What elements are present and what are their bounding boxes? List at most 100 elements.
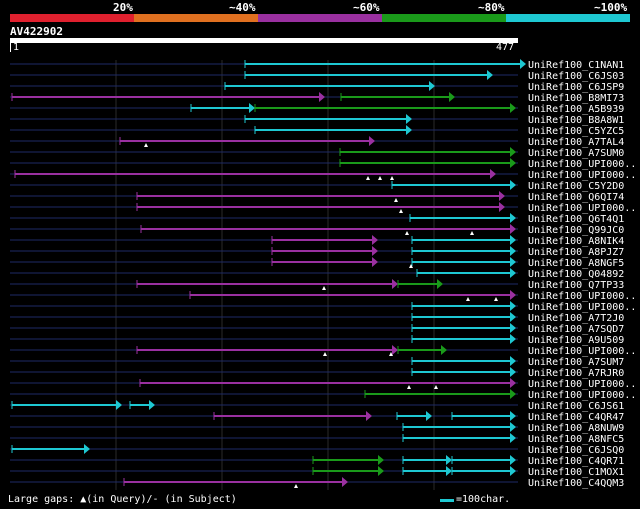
hit-label[interactable]: UniRef100_C1MOX1 — [528, 467, 624, 478]
segment-arrowhead — [446, 466, 452, 476]
hit-label[interactable]: UniRef100_A7T2J0 — [528, 313, 624, 324]
hit-row[interactable]: UniRef100_A9U509 — [10, 334, 624, 346]
query-gap-marker — [322, 286, 326, 290]
hit-row[interactable]: UniRef100_C5YZC5 — [10, 125, 624, 137]
hit-row[interactable]: UniRef100_UPI000.. — [10, 301, 636, 313]
query-gap-marker — [394, 198, 398, 202]
scale-label: =100char. — [456, 494, 511, 505]
hit-label[interactable]: UniRef100_UPI000.. — [528, 159, 636, 170]
query-gap-marker — [470, 231, 474, 235]
hit-label[interactable]: UniRef100_C4QR47 — [528, 412, 624, 423]
hit-label[interactable]: UniRef100_A8NGF5 — [528, 258, 624, 269]
hit-label[interactable]: UniRef100_C5YZC5 — [528, 126, 624, 137]
hit-row[interactable]: UniRef100_UPI000.. — [10, 345, 636, 357]
hit-label[interactable]: UniRef100_UPI000.. — [528, 302, 636, 313]
hit-row[interactable]: UniRef100_C1MOX1 — [10, 466, 624, 478]
hit-row[interactable]: UniRef100_Q99JC0 — [10, 224, 624, 236]
hit-row[interactable]: UniRef100_A8PJZ7 — [10, 246, 624, 258]
segment-arrowhead — [510, 224, 516, 234]
hit-row[interactable]: UniRef100_C4QR71 — [10, 455, 624, 467]
hit-row[interactable]: UniRef100_UPI000.. — [10, 169, 636, 181]
hit-label[interactable]: UniRef100_A8PJZ7 — [528, 247, 624, 258]
hit-row[interactable]: UniRef100_C6JS03 — [10, 70, 624, 82]
hit-label[interactable]: UniRef100_C6JSQ0 — [528, 445, 624, 456]
query-gap-marker — [466, 297, 470, 301]
hit-label[interactable]: UniRef100_C4QR71 — [528, 456, 624, 467]
hit-label[interactable]: UniRef100_UPI000.. — [528, 390, 636, 401]
segment-arrowhead — [510, 378, 516, 388]
hit-row[interactable]: UniRef100_A5B939 — [10, 103, 624, 115]
hit-label[interactable]: UniRef100_C6JSP9 — [528, 82, 624, 93]
hit-row[interactable]: UniRef100_A7RJR0 — [10, 367, 624, 379]
hit-row[interactable]: UniRef100_Q6T4Q1 — [10, 213, 624, 225]
hit-row[interactable]: UniRef100_C4QQM3 — [10, 477, 624, 489]
hit-label[interactable]: UniRef100_A5B939 — [528, 104, 624, 115]
hit-row[interactable]: UniRef100_A7SUM0 — [10, 147, 624, 159]
segment-arrowhead — [392, 279, 398, 289]
hit-row[interactable]: UniRef100_B8A8W1 — [10, 114, 624, 126]
hit-label[interactable]: UniRef100_B8A8W1 — [528, 115, 624, 126]
hit-label[interactable]: UniRef100_A8NFC5 — [528, 434, 624, 445]
hit-label[interactable]: UniRef100_C6JS03 — [528, 71, 624, 82]
segment-arrowhead — [372, 257, 378, 267]
hit-row[interactable]: UniRef100_A8NUW9 — [10, 422, 624, 434]
segment-arrowhead — [490, 169, 496, 179]
hit-row[interactable]: UniRef100_UPI000.. — [10, 389, 636, 401]
hit-row[interactable]: UniRef100_A7SUM7 — [10, 356, 624, 368]
hit-label[interactable]: UniRef100_Q99JC0 — [528, 225, 624, 236]
hit-row[interactable]: UniRef100_A7TAL4 — [10, 136, 624, 148]
hit-row[interactable]: UniRef100_C5Y2D0 — [10, 180, 624, 192]
hit-label[interactable]: UniRef100_A8NUW9 — [528, 423, 624, 434]
hit-label[interactable]: UniRef100_A7RJR0 — [528, 368, 624, 379]
hit-row[interactable]: UniRef100_A7T2J0 — [10, 312, 624, 324]
hit-label[interactable]: UniRef100_Q7TP33 — [528, 280, 624, 291]
hit-label[interactable]: UniRef100_UPI000.. — [528, 291, 636, 302]
segment-arrowhead — [510, 103, 516, 113]
hit-row[interactable]: UniRef100_UPI000.. — [10, 378, 636, 390]
hit-label[interactable]: UniRef100_UPI000.. — [528, 379, 636, 390]
segment-arrowhead — [510, 422, 516, 432]
hit-row[interactable]: UniRef100_C6JS61 — [10, 400, 624, 412]
hit-label[interactable]: UniRef100_A7SUM7 — [528, 357, 624, 368]
hit-row[interactable]: UniRef100_UPI000.. — [10, 290, 636, 302]
hit-label[interactable]: UniRef100_Q6QI74 — [528, 192, 624, 203]
hit-row[interactable]: UniRef100_UPI000.. — [10, 202, 636, 214]
segment-arrowhead — [510, 323, 516, 333]
hit-label[interactable]: UniRef100_A7SUM0 — [528, 148, 624, 159]
hit-label[interactable]: UniRef100_A7SQD7 — [528, 324, 624, 335]
hit-row[interactable]: UniRef100_A7SQD7 — [10, 323, 624, 335]
hit-alignment-map: UniRef100_C1NAN1UniRef100_C6JS03UniRef10… — [10, 59, 636, 490]
hit-row[interactable]: UniRef100_C6JSQ0 — [10, 444, 624, 456]
hit-row[interactable]: UniRef100_A8NIK4 — [10, 235, 624, 247]
hit-label[interactable]: UniRef100_A9U509 — [528, 335, 624, 346]
hit-row[interactable]: UniRef100_A8NFC5 — [10, 433, 624, 445]
hit-label[interactable]: UniRef100_C4QQM3 — [528, 478, 624, 489]
segment-arrowhead — [372, 246, 378, 256]
query-gap-marker — [144, 143, 148, 147]
hit-label[interactable]: UniRef100_A7TAL4 — [528, 137, 624, 148]
hit-label[interactable]: UniRef100_UPI000.. — [528, 346, 636, 357]
query-gap-marker — [494, 297, 498, 301]
hit-row[interactable]: UniRef100_C4QR47 — [10, 411, 624, 423]
hit-row[interactable]: UniRef100_UPI000.. — [10, 158, 636, 170]
hit-label[interactable]: UniRef100_UPI000.. — [528, 203, 636, 214]
segment-arrowhead — [510, 158, 516, 168]
hit-row[interactable]: UniRef100_C6JSP9 — [10, 81, 624, 93]
hit-label[interactable]: UniRef100_Q04892 — [528, 269, 624, 280]
hit-row[interactable]: UniRef100_Q6QI74 — [10, 191, 624, 203]
hit-label[interactable]: UniRef100_C5Y2D0 — [528, 181, 624, 192]
segment-arrowhead — [426, 411, 432, 421]
hit-row[interactable]: UniRef100_B8MI73 — [10, 92, 624, 104]
segment-arrowhead — [510, 235, 516, 245]
hit-label[interactable]: UniRef100_UPI000.. — [528, 170, 636, 181]
hit-label[interactable]: UniRef100_A8NIK4 — [528, 236, 624, 247]
segment-arrowhead — [319, 92, 325, 102]
hit-row[interactable]: UniRef100_C1NAN1 — [10, 59, 624, 71]
hit-row[interactable]: UniRef100_A8NGF5 — [10, 257, 624, 269]
hit-label[interactable]: UniRef100_B8MI73 — [528, 93, 624, 104]
hit-row[interactable]: UniRef100_Q04892 — [10, 268, 624, 280]
hit-label[interactable]: UniRef100_C6JS61 — [528, 401, 624, 412]
hit-row[interactable]: UniRef100_Q7TP33 — [10, 279, 624, 291]
hit-label[interactable]: UniRef100_C1NAN1 — [528, 60, 624, 71]
hit-label[interactable]: UniRef100_Q6T4Q1 — [528, 214, 624, 225]
